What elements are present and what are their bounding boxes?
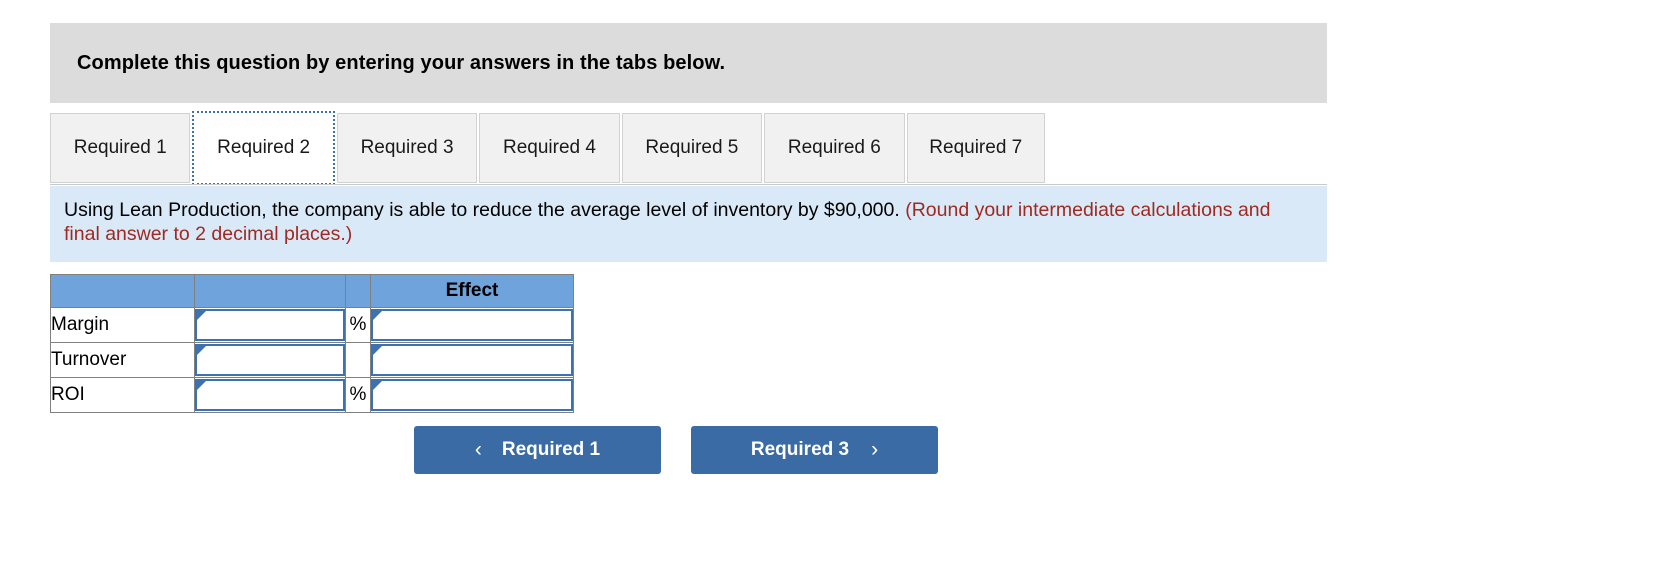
roi-effect-input-wrapper[interactable] — [371, 379, 573, 411]
tab-required-2[interactable]: Required 2 — [192, 111, 335, 185]
tab-label: Required 3 — [360, 137, 454, 158]
header-blank-3 — [345, 274, 371, 308]
tab-label: Required 7 — [929, 137, 1023, 158]
tab-required-1[interactable]: Required 1 — [50, 113, 191, 183]
cell-roi-value[interactable] — [194, 377, 346, 413]
unit-roi: % — [345, 377, 371, 413]
row-label-margin: Margin — [50, 307, 195, 343]
row-label-roi: ROI — [50, 377, 195, 413]
prev-requirement-button[interactable]: ‹ Required 1 — [414, 426, 661, 474]
tab-required-3[interactable]: Required 3 — [336, 113, 478, 183]
cell-turnover-value[interactable] — [194, 342, 346, 378]
unit-turnover — [345, 342, 371, 378]
table-header-row: Effect — [50, 274, 574, 308]
turnover-value-input[interactable] — [207, 346, 339, 374]
next-requirement-label: Required 3 — [750, 439, 850, 460]
turnover-effect-input-wrapper[interactable] — [371, 344, 573, 376]
margin-effect-input[interactable] — [383, 311, 567, 339]
tab-required-4[interactable]: Required 4 — [479, 113, 620, 183]
table-row: Turnover — [50, 342, 574, 378]
tab-label: Required 1 — [73, 137, 167, 158]
turnover-value-input-wrapper[interactable] — [195, 344, 345, 376]
tab-label: Required 4 — [503, 137, 596, 158]
tab-label: Required 2 — [217, 137, 311, 158]
header-blank-1 — [50, 274, 195, 308]
turnover-effect-input[interactable] — [383, 346, 567, 374]
roi-value-input-wrapper[interactable] — [195, 379, 345, 411]
header-blank-2 — [194, 274, 346, 308]
prev-requirement-label: Required 1 — [501, 439, 601, 460]
cell-margin-effect[interactable] — [370, 307, 574, 343]
row-label-turnover: Turnover — [50, 342, 195, 378]
margin-value-input-wrapper[interactable] — [195, 309, 345, 341]
margin-effect-input-wrapper[interactable] — [371, 309, 573, 341]
next-requirement-button[interactable]: Required 3 › — [691, 426, 938, 474]
tab-required-6[interactable]: Required 6 — [764, 113, 905, 183]
instruction-panel: Using Lean Production, the company is ab… — [50, 186, 1327, 262]
header-effect: Effect — [370, 274, 574, 308]
table-row: Margin % — [50, 307, 574, 343]
unit-margin: % — [345, 307, 371, 343]
answer-table: Effect Margin % Turnover ROI % — [50, 274, 574, 413]
cell-roi-effect[interactable] — [370, 377, 574, 413]
tab-required-7[interactable]: Required 7 — [906, 113, 1045, 183]
tabstrip-divider — [50, 184, 1327, 185]
requirement-tabs: Required 1 Required 2 Required 3 Require… — [50, 111, 1047, 185]
question-banner-text: Complete this question by entering your … — [77, 51, 726, 74]
instruction-main-text: Using Lean Production, the company is ab… — [64, 199, 900, 221]
chevron-left-icon: ‹ — [474, 438, 482, 461]
question-banner: Complete this question by entering your … — [50, 23, 1327, 103]
cell-turnover-effect[interactable] — [370, 342, 574, 378]
tab-label: Required 5 — [645, 137, 739, 158]
roi-value-input[interactable] — [207, 381, 339, 409]
roi-effect-input[interactable] — [383, 381, 567, 409]
margin-value-input[interactable] — [207, 311, 339, 339]
tab-label: Required 6 — [787, 137, 881, 158]
requirement-navigation: ‹ Required 1 Required 3 › — [414, 426, 938, 474]
chevron-right-icon: › — [871, 438, 879, 461]
table-row: ROI % — [50, 377, 574, 413]
tab-required-5[interactable]: Required 5 — [621, 113, 763, 183]
cell-margin-value[interactable] — [194, 307, 346, 343]
